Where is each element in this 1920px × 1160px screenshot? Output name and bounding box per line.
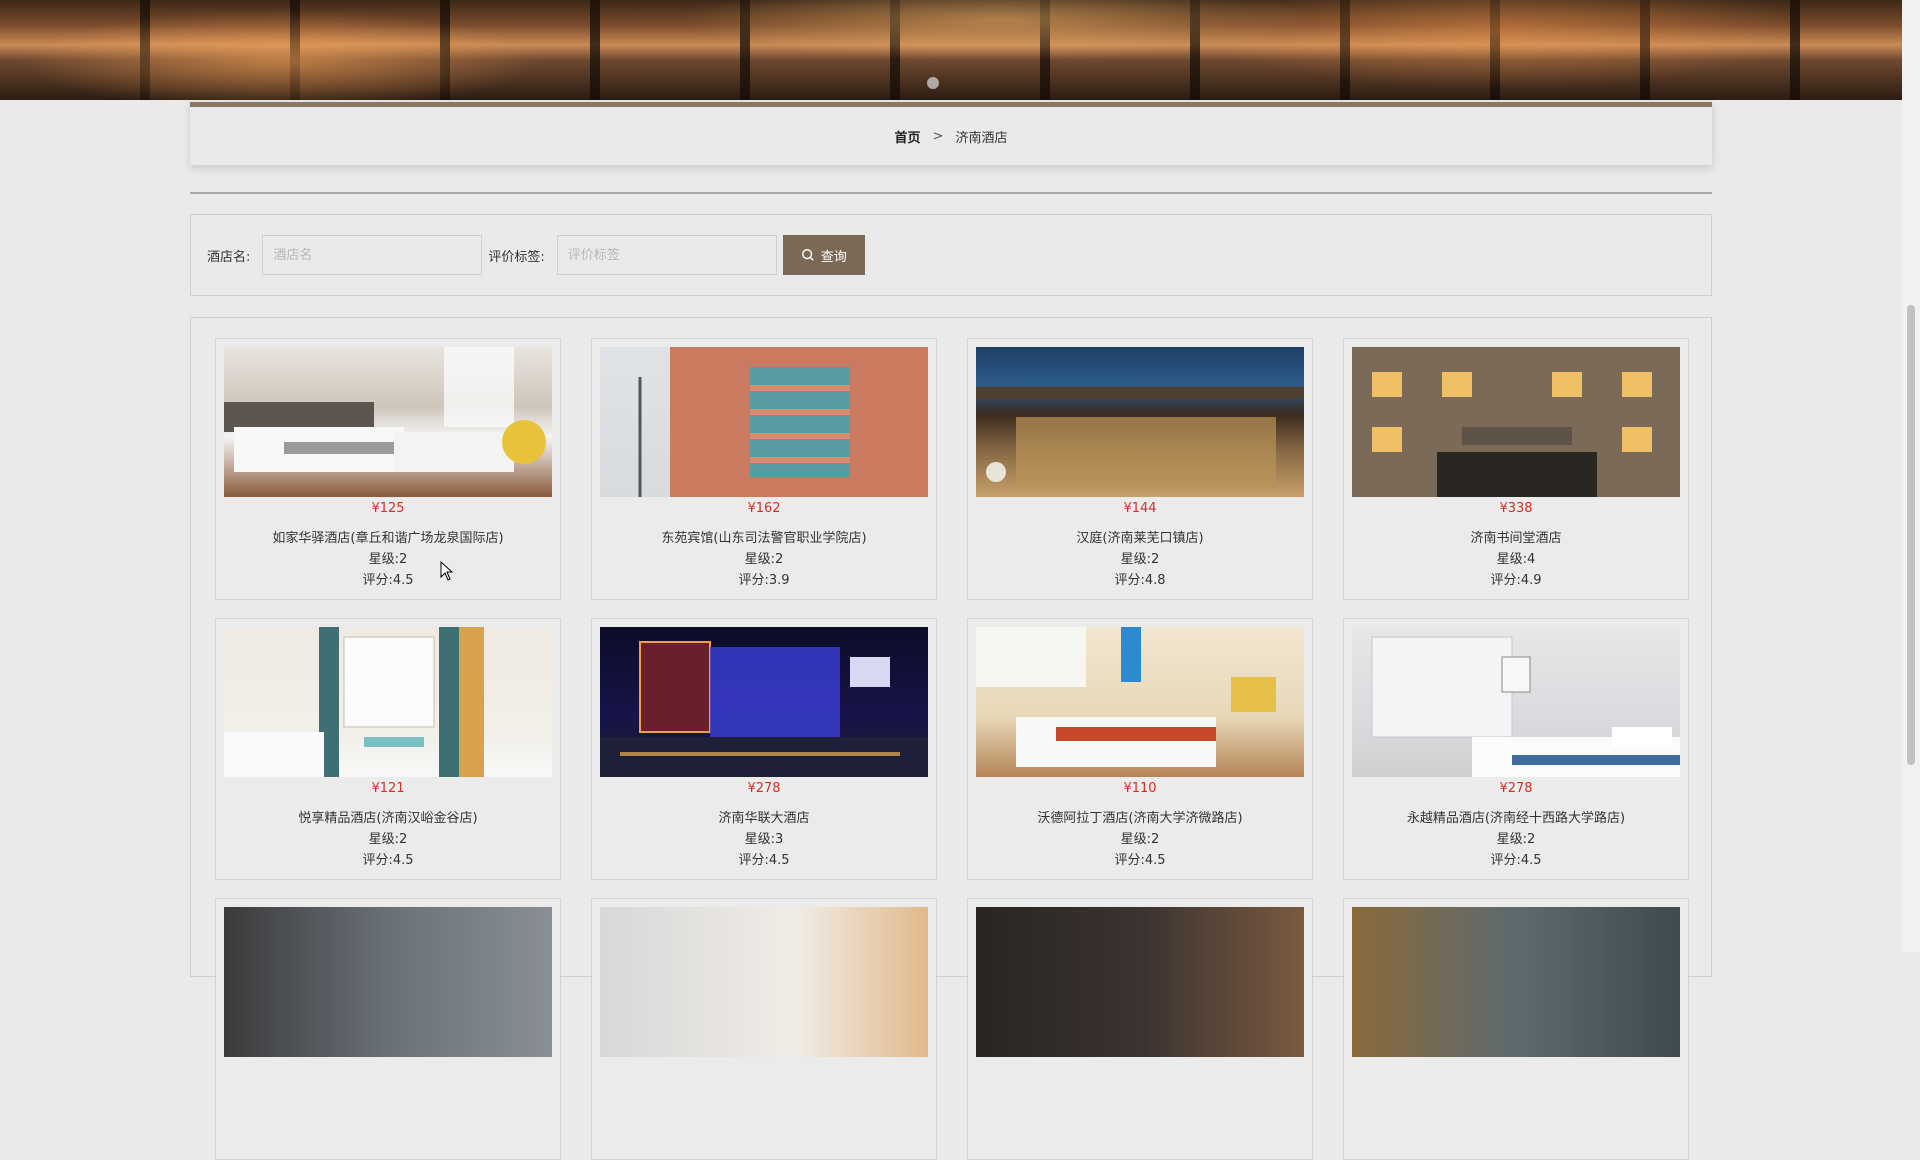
hotel-name[interactable]: 汉庭(济南莱芜口镇店) — [968, 527, 1312, 546]
hotel-photo[interactable] — [1352, 347, 1680, 497]
hotel-price: ¥278 — [1499, 781, 1533, 796]
banner-image — [0, 0, 1902, 100]
hotel-name[interactable]: 悦享精品酒店(济南汉峪金谷店) — [216, 807, 560, 826]
hotel-name[interactable]: 沃德阿拉丁酒店(济南大学济微路店) — [968, 807, 1312, 826]
page-scrollbar[interactable] — [1902, 0, 1920, 952]
hotel-photo[interactable] — [224, 347, 552, 497]
hotel-score: 评分:4.8 — [1114, 573, 1166, 588]
breadcrumb-separator: > — [932, 128, 944, 144]
hotel-card[interactable]: ¥144 汉庭(济南莱芜口镇店) 星级:2 评分:4.8 — [967, 338, 1313, 600]
mouse-cursor-icon — [440, 561, 454, 581]
breadcrumb-current: 济南酒店 — [955, 130, 1008, 146]
search-button-label: 查询 — [820, 248, 847, 264]
hotel-name-input[interactable] — [262, 235, 483, 275]
divider — [190, 192, 1712, 194]
hotel-card[interactable]: ¥125 如家华驿酒店(章丘和谐广场龙泉国际店) 星级:2 评分:4.5 — [215, 338, 561, 600]
hotel-photo[interactable] — [976, 347, 1304, 497]
hotel-photo[interactable] — [1352, 907, 1680, 1057]
search-panel: 酒店名: 评价标签: 查询 — [190, 214, 1712, 296]
hotel-score: 评分:4.9 — [1490, 573, 1542, 588]
hotel-photo[interactable] — [976, 627, 1304, 777]
hotel-card[interactable] — [215, 898, 561, 1160]
banner-glow — [0, 0, 1902, 100]
hotel-price: ¥125 — [371, 501, 405, 516]
review-tag-input[interactable] — [556, 235, 777, 275]
hotel-photo[interactable] — [600, 627, 928, 777]
hotel-price: ¥278 — [747, 781, 781, 796]
hotel-price: ¥338 — [1499, 501, 1533, 516]
breadcrumb: 首页 > 济南酒店 — [190, 102, 1712, 165]
hotel-name-label: 酒店名: — [207, 249, 251, 265]
search-button[interactable]: 查询 — [782, 235, 865, 275]
hotel-score: 评分:3.9 — [738, 573, 790, 588]
hotel-photo[interactable] — [1352, 627, 1680, 777]
hotel-stars: 星级:2 — [1120, 552, 1160, 567]
hotel-stars: 星级:2 — [368, 832, 408, 847]
hotel-stars: 星级:3 — [744, 832, 784, 847]
hotel-score: 评分:4.5 — [738, 853, 790, 868]
hotel-card[interactable] — [591, 898, 937, 1160]
hotel-stars: 星级:2 — [1496, 832, 1536, 847]
hotel-stars: 星级:2 — [744, 552, 784, 567]
hotel-card[interactable]: ¥338 济南书间堂酒店 星级:4 评分:4.9 — [1343, 338, 1689, 600]
scrollbar-thumb[interactable] — [1907, 305, 1915, 765]
hotel-card[interactable]: ¥110 沃德阿拉丁酒店(济南大学济微路店) 星级:2 评分:4.5 — [967, 618, 1313, 880]
hotel-card[interactable] — [967, 898, 1313, 1160]
hotel-name[interactable]: 济南华联大酒店 — [592, 807, 936, 826]
hotel-card[interactable]: ¥278 济南华联大酒店 星级:3 评分:4.5 — [591, 618, 937, 880]
hotel-card[interactable]: ¥121 悦享精品酒店(济南汉峪金谷店) 星级:2 评分:4.5 — [215, 618, 561, 880]
hotel-price: ¥144 — [1123, 501, 1157, 516]
hotel-price: ¥121 — [371, 781, 405, 796]
search-icon — [801, 249, 814, 261]
hotel-stars: 星级:4 — [1496, 552, 1536, 567]
hotel-photo[interactable] — [976, 907, 1304, 1057]
carousel-dot[interactable] — [927, 77, 939, 89]
hotel-stars: 星级:2 — [368, 552, 408, 567]
hotel-name[interactable]: 济南书间堂酒店 — [1344, 527, 1688, 546]
hotel-score: 评分:4.5 — [362, 853, 414, 868]
hotel-card[interactable]: ¥162 东苑宾馆(山东司法警官职业学院店) 星级:2 评分:3.9 — [591, 338, 937, 600]
review-tag-label: 评价标签: — [488, 249, 545, 265]
hotel-photo[interactable] — [600, 347, 928, 497]
hotel-score: 评分:4.5 — [362, 573, 414, 588]
hotel-stars: 星级:2 — [1120, 832, 1160, 847]
hotel-photo[interactable] — [224, 907, 552, 1057]
hotel-name[interactable]: 永越精品酒店(济南经十西路大学路店) — [1344, 807, 1688, 826]
hotel-name[interactable]: 东苑宾馆(山东司法警官职业学院店) — [592, 527, 936, 546]
hotel-score: 评分:4.5 — [1490, 853, 1542, 868]
hotel-name[interactable]: 如家华驿酒店(章丘和谐广场龙泉国际店) — [216, 527, 560, 546]
hotel-score: 评分:4.5 — [1114, 853, 1166, 868]
hotel-card[interactable]: ¥278 永越精品酒店(济南经十西路大学路店) 星级:2 评分:4.5 — [1343, 618, 1689, 880]
hotel-price: ¥110 — [1123, 781, 1157, 796]
breadcrumb-home-link[interactable]: 首页 — [895, 127, 921, 146]
hotel-grid: ¥125 如家华驿酒店(章丘和谐广场龙泉国际店) 星级:2 评分:4.5 ¥16… — [190, 317, 1712, 1160]
hotel-photo[interactable] — [600, 907, 928, 1057]
hotel-price: ¥162 — [747, 501, 781, 516]
hotel-photo[interactable] — [224, 627, 552, 777]
hotel-card[interactable] — [1343, 898, 1689, 1160]
